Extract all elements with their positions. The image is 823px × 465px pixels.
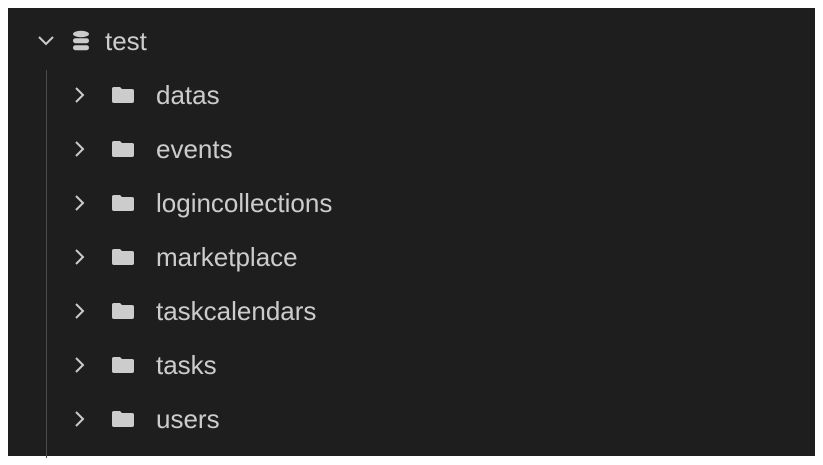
collection-item[interactable]: taskcalendars [8,284,815,338]
chevron-right-icon[interactable] [70,355,90,375]
folder-icon [110,299,136,323]
collection-name: tasks [156,350,217,380]
chevron-down-icon[interactable] [36,31,56,51]
chevron-right-icon[interactable] [70,139,90,159]
collection-item[interactable]: events [8,122,815,176]
chevron-right-icon[interactable] [70,301,90,321]
folder-icon [110,83,136,107]
collection-item[interactable]: tasks [8,338,815,392]
collection-name: datas [156,80,220,110]
chevron-right-icon[interactable] [70,85,90,105]
database-explorer-panel: test datas events logincollections marketpl… [8,8,815,458]
chevron-right-icon[interactable] [70,409,90,429]
database-icon [71,29,91,53]
database-node-test[interactable]: test [8,14,815,68]
collection-name: taskcalendars [156,296,317,326]
collection-name: logincollections [156,188,333,218]
chevron-right-icon[interactable] [70,247,90,267]
collection-item[interactable]: logincollections [8,176,815,230]
collection-name: marketplace [156,242,298,272]
collection-name: events [156,134,233,164]
chevron-right-icon[interactable] [70,193,90,213]
collection-name: users [156,404,220,434]
folder-icon [110,137,136,161]
collection-item[interactable]: marketplace [8,230,815,284]
collection-item[interactable]: users [8,392,815,446]
folder-icon [110,191,136,215]
folder-icon [110,245,136,269]
database-name: test [105,26,147,56]
folder-icon [110,353,136,377]
collection-item[interactable]: datas [8,68,815,122]
folder-icon [110,407,136,431]
